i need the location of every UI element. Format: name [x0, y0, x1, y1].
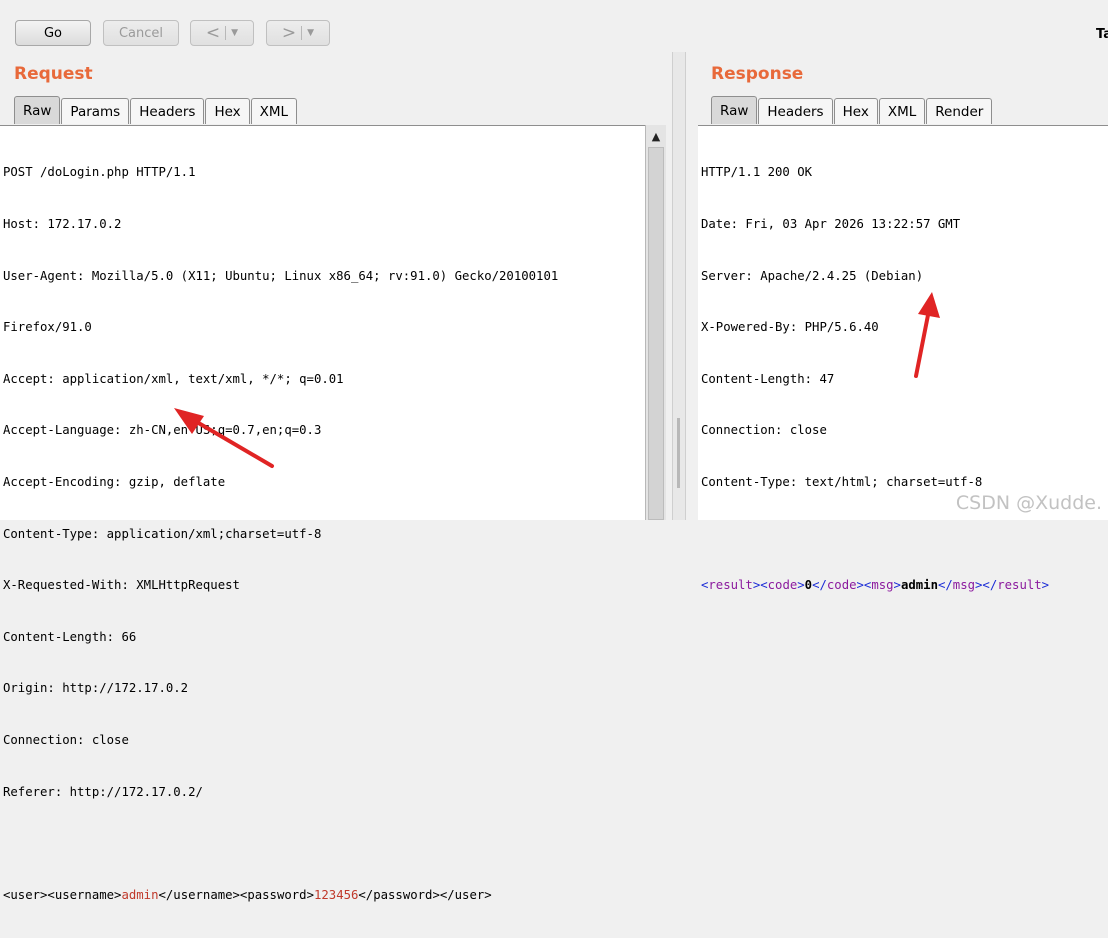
watermark: CSDN @Xudde. [955, 492, 1102, 514]
red-arrowhead-request-icon [174, 408, 204, 434]
red-arrow-response-icon [914, 308, 931, 378]
code-value: 0 [804, 578, 813, 593]
username-value: admin [121, 887, 159, 902]
request-line: Referer: http://172.17.0.2/ [3, 784, 203, 799]
request-line: Connection: close [3, 732, 129, 747]
request-line: Content-Type: application/xml;charset=ut… [3, 526, 322, 541]
red-arrow-request-icon [188, 416, 274, 468]
xml-tag: </username><password> [158, 887, 314, 902]
request-line: Origin: http://172.17.0.2 [3, 681, 189, 696]
msg-value: admin [900, 578, 938, 593]
annotation-arrows-icon [174, 292, 940, 468]
response-body: <result><code>0</code><msg>admin</msg></… [701, 578, 1050, 593]
xml-tag: <user><username> [3, 887, 122, 902]
request-line: X-Requested-With: XMLHttpRequest [3, 578, 240, 593]
xml-tag: </password></user> [358, 887, 492, 902]
request-body: <user><username>admin</username><passwor… [3, 887, 558, 904]
password-value: 123456 [313, 887, 359, 902]
request-line: Content-Length: 66 [3, 629, 137, 644]
red-arrowhead-response-icon [918, 292, 940, 318]
